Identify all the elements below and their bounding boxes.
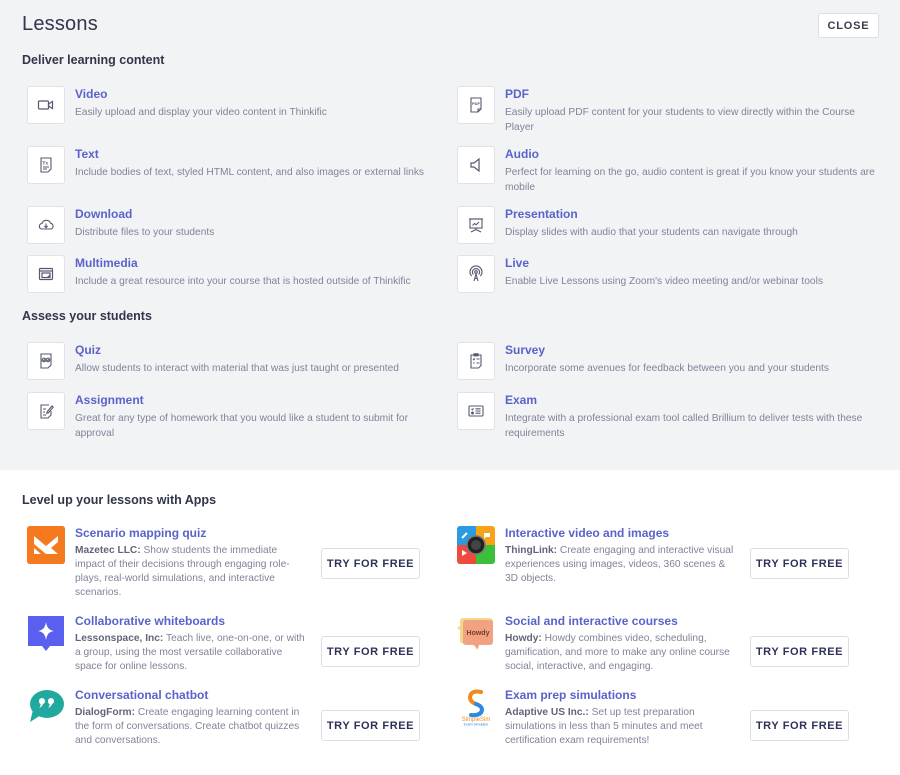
quiz-icon [27,342,65,380]
lesson-type-desc: Easily upload PDF content for your stude… [505,107,855,133]
try-for-free-button[interactable]: TRY FOR FREE [321,548,420,579]
lesson-type-name: PDF [505,87,529,101]
app-name[interactable]: Social and interactive courses [505,614,737,629]
app-desc: DialogForm: Create engaging learning con… [75,706,307,748]
svg-text:Howdy: Howdy [467,630,490,637]
lesson-type-name: Live [505,256,530,270]
cloud-download-icon [27,206,65,244]
thinglink-logo-icon [457,526,495,564]
broadcast-antenna-icon [457,255,495,293]
lesson-type-desc: Easily upload and display your video con… [75,107,327,118]
lesson-type-audio[interactable]: Audio Perfect for learning on the go, aud… [457,146,877,195]
section-heading-deliver: Deliver learning content [22,53,165,67]
lesson-type-desc: Incorporate some avenues for feedback be… [505,363,829,374]
section-heading-assess: Assess your students [22,309,152,323]
app-vendor: Mazetec LLC: [75,545,141,556]
lesson-type-desc: Include a great resource into your cours… [75,276,411,287]
lesson-type-exam[interactable]: Exam Integrate with a professional exam t… [457,392,877,441]
pdf-file-icon: PDF [457,86,495,124]
app-desc: Howdy: Howdy combines video, scheduling,… [505,632,737,674]
try-for-free-button[interactable]: TRY FOR FREE [750,636,849,667]
app-name[interactable]: Exam prep simulations [505,688,737,703]
app-vendor: DialogForm: [75,707,135,718]
exam-list-icon [457,392,495,430]
lesson-type-name: Exam [505,393,538,407]
lesson-type-desc: Enable Live Lessons using Zoom's video m… [505,276,823,287]
lesson-type-multimedia[interactable]: Multimedia Include a great resource into … [27,255,447,293]
lesson-type-name: Assignment [75,393,144,407]
lesson-type-name: Quiz [75,343,101,357]
lesson-type-video[interactable]: Video Easily upload and display your vide… [27,86,447,124]
lesson-type-name: Presentation [505,207,578,221]
close-button[interactable]: CLOSE [818,13,879,38]
lesson-type-assignment[interactable]: Assignment Great for any type of homework… [27,392,447,441]
app-name[interactable]: Interactive video and images [505,526,737,541]
lesson-type-desc: Integrate with a professional exam tool … [505,413,863,439]
lesson-type-desc: Display slides with audio that your stud… [505,227,798,238]
lesson-type-name: Multimedia [75,256,138,270]
app-name[interactable]: Conversational chatbot [75,688,307,703]
lesson-type-presentation[interactable]: Presentation Display slides with audio th… [457,206,877,244]
svg-text:Exam Simulator: Exam Simulator [464,723,490,727]
mazetec-logo-icon [27,526,65,564]
lesson-type-pdf[interactable]: PDF PDF Easily upload PDF content for you… [457,86,877,135]
app-vendor: Lessonspace, Inc: [75,633,164,644]
lesson-type-name: Audio [505,147,539,161]
lesson-type-name: Survey [505,343,546,357]
lesson-type-text[interactable]: Tx Text Include bodies of text, styled HT… [27,146,447,184]
lesson-type-name: Download [75,207,133,221]
svg-text:Tx: Tx [42,162,48,167]
simplesim-logo-icon: SimpleSim Exam Simulator [457,688,495,726]
svg-text:PDF: PDF [472,101,481,106]
app-vendor: ThingLink: [505,545,558,556]
lesson-type-quiz[interactable]: Quiz Allow students to interact with mate… [27,342,447,380]
try-for-free-button[interactable]: TRY FOR FREE [750,710,849,741]
presentation-board-icon [457,206,495,244]
lesson-type-desc: Perfect for learning on the go, audio co… [505,167,875,193]
lesson-type-desc: Allow students to interact with material… [75,363,399,374]
app-name[interactable]: Collaborative whiteboards [75,614,307,629]
app-name[interactable]: Scenario mapping quiz [75,526,307,541]
try-for-free-button[interactable]: TRY FOR FREE [321,636,420,667]
dialogform-logo-icon [27,688,65,726]
howdy-logo-icon: Howdy [457,614,495,652]
lesson-type-survey[interactable]: Survey Incorporate some avenues for feedb… [457,342,877,380]
text-document-icon: Tx [27,146,65,184]
app-desc: Mazetec LLC: Show students the immediate… [75,544,307,600]
lesson-type-desc: Great for any type of homework that you … [75,413,408,439]
lesson-type-name: Video [75,87,108,101]
speaker-icon [457,146,495,184]
lessonspace-logo-icon [27,614,65,652]
lesson-type-desc: Include bodies of text, styled HTML cont… [75,167,425,178]
lesson-type-download[interactable]: Download Distribute files to your student… [27,206,447,244]
page-title: Lessons [22,13,98,35]
lesson-types-panel: Lessons CLOSE Deliver learning content V… [0,0,900,470]
app-vendor: Adaptive US Inc.: [505,707,589,718]
app-vendor: Howdy: [505,633,542,644]
try-for-free-button[interactable]: TRY FOR FREE [321,710,420,741]
lesson-type-live[interactable]: Live Enable Live Lessons using Zoom's vid… [457,255,877,293]
lesson-type-desc: Distribute files to your students [75,227,215,238]
section-heading-apps: Level up your lessons with Apps [22,493,217,507]
lesson-type-name: Text [75,147,99,161]
apps-section: Level up your lessons with Apps Scenario… [0,470,900,775]
clipboard-checklist-icon [457,342,495,380]
pencil-document-icon [27,392,65,430]
multimedia-window-icon [27,255,65,293]
video-camera-icon [27,86,65,124]
app-desc: ThingLink: Create engaging and interacti… [505,544,737,586]
app-desc: Lessonspace, Inc: Teach live, one-on-one… [75,632,307,674]
app-desc: Adaptive US Inc.: Set up test preparatio… [505,706,737,748]
try-for-free-button[interactable]: TRY FOR FREE [750,548,849,579]
